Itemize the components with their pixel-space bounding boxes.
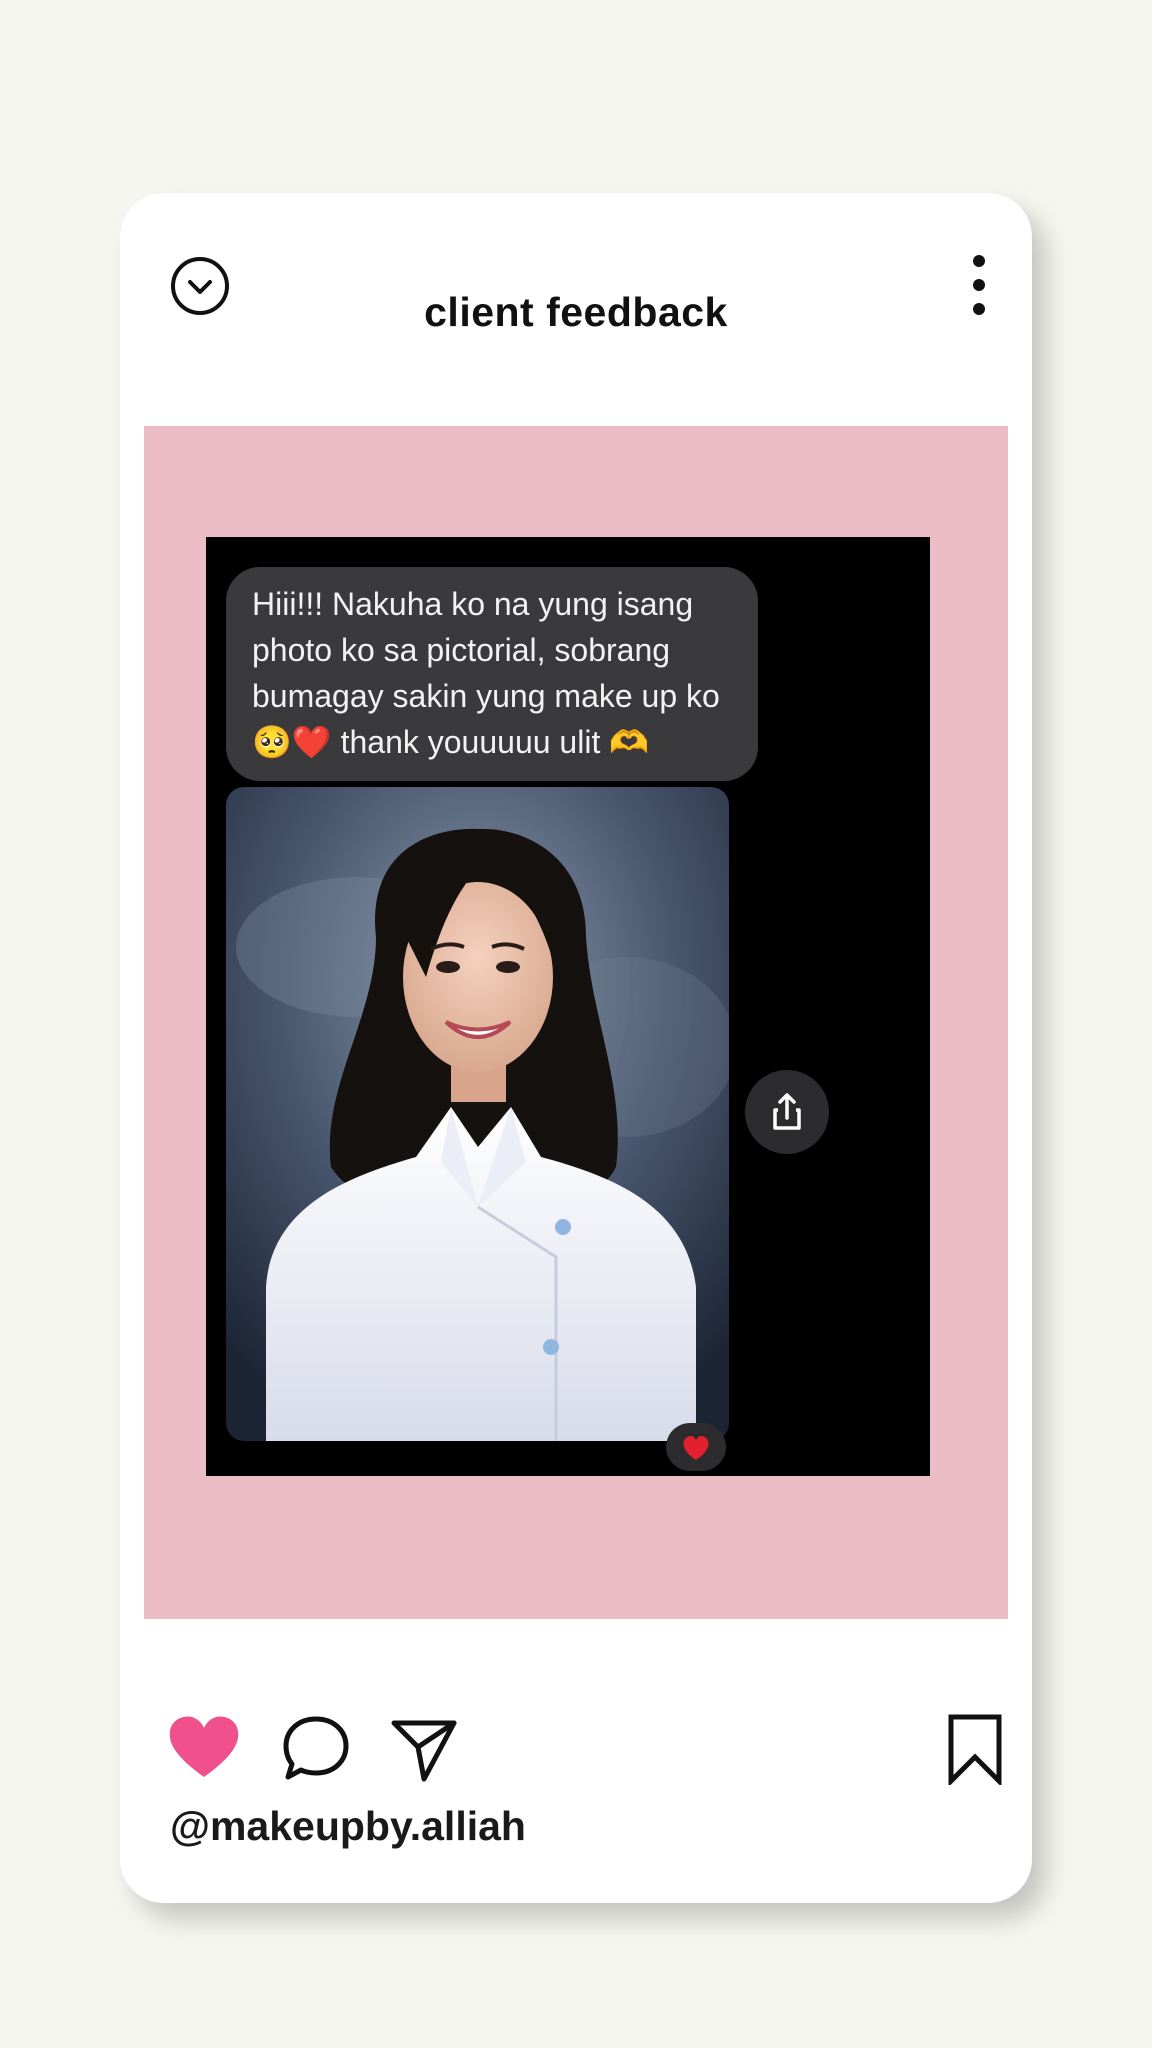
account-username[interactable]: @makeupby.alliah [170, 1803, 526, 1850]
portrait-photo [226, 787, 729, 1441]
share-button[interactable] [745, 1070, 829, 1154]
chat-screenshot: Hiii!!! Nakuha ko na yung isang photo ko… [206, 537, 930, 1476]
heart-reaction-icon [683, 1435, 709, 1460]
comment-icon[interactable] [280, 1713, 352, 1785]
share-icon [773, 1093, 801, 1130]
reaction-badge [666, 1423, 726, 1471]
message-text: Hiii!!! Nakuha ko na yung isang photo ko… [252, 586, 720, 760]
message-bubble: Hiii!!! Nakuha ko na yung isang photo ko… [226, 567, 758, 781]
heart-icon[interactable] [166, 1713, 242, 1781]
post-image-panel: Hiii!!! Nakuha ko na yung isang photo ko… [144, 426, 1008, 1619]
more-vertical-icon[interactable] [965, 253, 993, 317]
post-card: client feedback Hiii!!! Nakuha ko na yun… [120, 193, 1032, 1903]
send-icon[interactable] [388, 1713, 460, 1785]
bookmark-icon[interactable] [946, 1713, 1004, 1785]
post-title: client feedback [424, 289, 728, 335]
